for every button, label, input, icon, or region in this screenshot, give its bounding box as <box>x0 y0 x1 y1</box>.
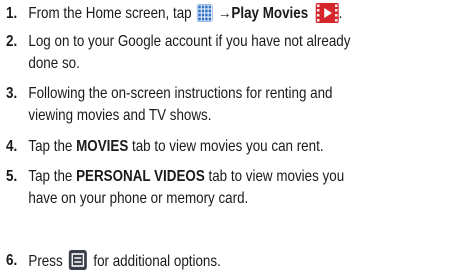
step-number: 2. <box>6 33 18 50</box>
step-line-1: Tap the PERSONAL VIDEOS tab to view movi… <box>28 166 449 188</box>
step-text: Tap the PERSONAL VIDEOS tab to view movi… <box>28 166 449 210</box>
step-text-after: tab to view movies you can rent. <box>128 138 324 155</box>
step-text-before: Tap the <box>28 138 77 155</box>
step-line-2: viewing movies and TV shows. <box>28 107 212 124</box>
play-movies-icon <box>315 3 339 23</box>
step-bold-label: Play Movies <box>231 5 309 22</box>
arrow-glyph: → <box>217 5 232 22</box>
step-line-1: Following the on-screen instructions for… <box>28 85 333 102</box>
apps-grid-icon <box>197 4 213 22</box>
step-text: Tap the MOVIES tab to view movies you ca… <box>28 136 449 158</box>
step-text: Press for additional options. <box>28 250 449 273</box>
step-bold-label: MOVIES <box>76 138 129 155</box>
step-number: 3. <box>6 85 18 102</box>
step-text-before: From the Home screen, tap <box>28 5 196 22</box>
menu-key-icon <box>68 250 88 270</box>
step-text-after: . <box>338 5 343 22</box>
step-text: Log on to your Google account if you hav… <box>28 31 449 75</box>
step-bold-label: PERSONAL VIDEOS <box>76 168 205 185</box>
step-text-after: for additional options. <box>89 253 221 270</box>
step-text: Following the on-screen instructions for… <box>28 83 449 127</box>
step-number: 4. <box>6 138 18 155</box>
instruction-document: 1. From the Home screen, tap →Play Movie… <box>0 0 463 280</box>
step-line-2: done so. <box>28 55 80 72</box>
step-text-after: tab to view movies you <box>204 168 345 185</box>
step-text-before: Press <box>28 253 67 270</box>
step-number: 6. <box>6 252 18 269</box>
step-line-2: have on your phone or memory card. <box>28 190 249 207</box>
step-number: 1. <box>6 5 18 22</box>
step-text: From the Home screen, tap →Play Movies . <box>28 3 449 25</box>
step-number: 5. <box>6 168 18 185</box>
step-text-before: Tap the <box>28 168 77 185</box>
step-line-1: Log on to your Google account if you hav… <box>28 33 351 50</box>
